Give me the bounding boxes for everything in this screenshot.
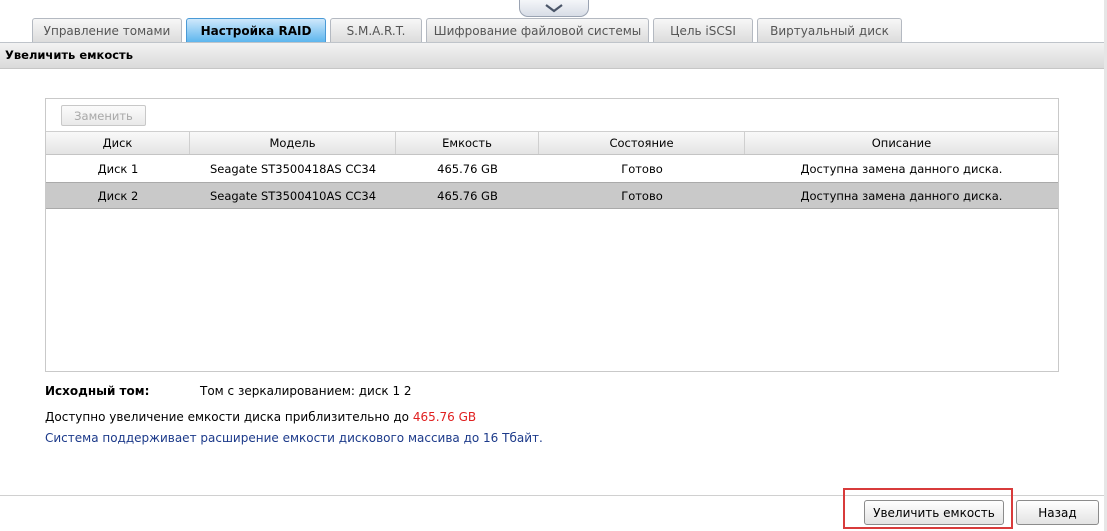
collapse-toggle[interactable] (519, 0, 589, 17)
chevron-down-icon (545, 4, 563, 13)
cell-description: Доступна замена данного диска. (800, 161, 1003, 176)
cell-model: Seagate ST3500410AS CC34 (209, 188, 377, 203)
table-row-selected[interactable]: Диск 2 Seagate ST3500410AS CC34 465.76 G… (46, 182, 1058, 209)
column-header-status[interactable]: Состояние (539, 132, 745, 154)
source-volume-label: Исходный том: (45, 384, 150, 398)
cell-description: Доступна замена данного диска. (800, 188, 1003, 203)
disk-table: Диск Модель Емкость Состояние Описание Д… (46, 131, 1058, 209)
replace-button[interactable]: Заменить (61, 105, 146, 126)
cell-disk: Диск 2 (97, 188, 139, 203)
max-capacity-note: Система поддерживает расширение емкости … (45, 431, 543, 445)
tab-virtual-disk[interactable]: Виртуальный диск (757, 18, 902, 42)
tab-raid-settings[interactable]: Настройка RAID (186, 18, 326, 42)
tab-smart[interactable]: S.M.A.R.T. (330, 18, 422, 42)
section-title: Увеличить емкость (0, 42, 1107, 69)
expand-capacity-info: Доступно увеличение емкости диска прибли… (45, 410, 476, 424)
expand-capacity-text: Доступно увеличение емкости диска прибли… (45, 410, 409, 424)
column-header-capacity[interactable]: Емкость (396, 132, 539, 154)
tab-iscsi-target[interactable]: Цель iSCSI (653, 18, 753, 42)
source-volume-value: Том с зеркалированием: диск 1 2 (200, 384, 412, 398)
tab-bar: Управление томами Настройка RAID S.M.A.R… (32, 18, 906, 42)
column-header-description[interactable]: Описание (745, 132, 1058, 154)
cell-model: Seagate ST3500418AS CC34 (209, 161, 377, 176)
expand-capacity-value: 465.76 GB (412, 410, 477, 424)
table-row[interactable]: Диск 1 Seagate ST3500418AS CC34 465.76 G… (46, 155, 1058, 182)
disk-panel: Заменить Диск Модель Емкость Состояние О… (45, 98, 1059, 372)
expand-capacity-button[interactable]: Увеличить емкость (864, 500, 1004, 525)
cell-capacity: 465.76 GB (437, 161, 498, 176)
cell-status: Готово (621, 161, 663, 176)
tab-volume-management[interactable]: Управление томами (32, 18, 182, 42)
tab-filesystem-encryption[interactable]: Шифрование файловой системы (426, 18, 649, 42)
column-header-disk[interactable]: Диск (46, 132, 190, 154)
raid-expand-window: Управление томами Настройка RAID S.M.A.R… (0, 0, 1107, 531)
column-header-model[interactable]: Модель (190, 132, 396, 154)
back-button[interactable]: Назад (1016, 500, 1099, 525)
table-header: Диск Модель Емкость Состояние Описание (46, 131, 1058, 155)
cell-disk: Диск 1 (97, 161, 139, 176)
cell-status: Готово (621, 188, 663, 203)
cell-capacity: 465.76 GB (437, 188, 498, 203)
